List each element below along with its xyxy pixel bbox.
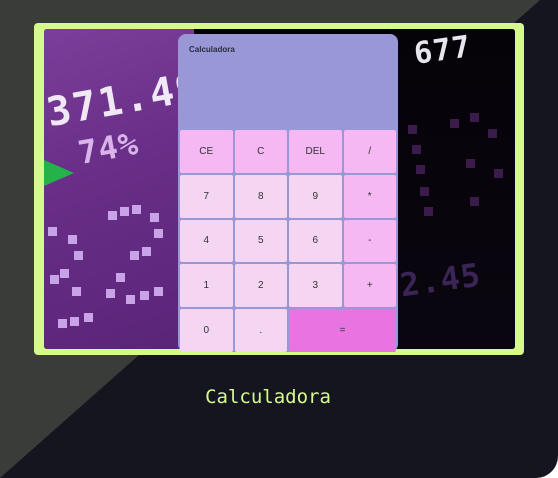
key-digit-2-button[interactable]: 2 (234, 264, 287, 308)
pixel-square (72, 287, 81, 296)
key-digit-3-button[interactable]: 3 (289, 264, 342, 308)
background-photo-right: 677 2.45 (390, 29, 515, 349)
pixel-square (108, 211, 117, 220)
key-digit-5-button[interactable]: 5 (234, 219, 287, 263)
background-percent: 74% (75, 124, 142, 172)
calculator-title: Calculadora (189, 45, 235, 54)
background-photo-left: 371.49 74% (44, 29, 205, 349)
pixel-square (420, 187, 429, 196)
key-digit-0-button[interactable]: 0 (180, 309, 233, 352)
background-number-bottom: 2.45 (397, 255, 484, 305)
key-clear-entry-button[interactable]: CE (180, 130, 233, 173)
pixel-square (494, 169, 503, 178)
key-divide-button[interactable]: / (343, 130, 396, 173)
project-caption[interactable]: Calculadora (0, 386, 536, 408)
pixel-square (154, 229, 163, 238)
key-decimal-button[interactable]: . (234, 309, 287, 352)
pixel-square (116, 273, 125, 282)
key-delete-button[interactable]: DEL (289, 130, 342, 173)
pixel-square (470, 197, 479, 206)
pixel-square (450, 119, 459, 128)
pixel-square (466, 159, 475, 168)
pixel-square (126, 295, 135, 304)
key-digit-7-button[interactable]: 7 (180, 174, 233, 218)
pixel-square (424, 207, 433, 216)
project-card[interactable]: 371.49 74% 677 2.45 Calculadora CE C DEL… (0, 0, 558, 478)
pixel-square (412, 145, 421, 154)
pixel-square (50, 275, 59, 284)
calculator-keypad: CE C DEL/ 7 8 9 * 4 5 6- 1 2 3 +0. = (180, 130, 396, 352)
key-digit-1-button[interactable]: 1 (180, 264, 233, 308)
key-digit-8-button[interactable]: 8 (234, 174, 287, 218)
key-subtract-button[interactable]: - (343, 219, 396, 263)
key-clear-button[interactable]: C (234, 130, 287, 173)
key-digit-9-button[interactable]: 9 (289, 174, 342, 218)
pixel-square (70, 317, 79, 326)
pixel-square (470, 113, 479, 122)
pixel-square (130, 251, 139, 260)
pixel-square (48, 227, 57, 236)
pixel-square (142, 247, 151, 256)
pixel-square (84, 313, 93, 322)
pixel-square (106, 289, 115, 298)
pixel-square (154, 287, 163, 296)
background-number-top: 677 (411, 29, 474, 72)
pixel-square (58, 319, 67, 328)
key-add-button[interactable]: + (343, 264, 396, 308)
pixel-square (140, 291, 149, 300)
pixel-square (132, 205, 141, 214)
key-digit-6-button[interactable]: 6 (289, 219, 342, 263)
pixel-square (488, 129, 497, 138)
pixel-square (60, 269, 69, 278)
key-multiply-button[interactable]: * (343, 174, 396, 218)
pixel-square (416, 165, 425, 174)
pixel-square (74, 251, 83, 260)
pixel-square (408, 125, 417, 134)
key-digit-4-button[interactable]: 4 (180, 219, 233, 263)
pixel-square (150, 213, 159, 222)
pixel-square (120, 207, 129, 216)
pixel-square (68, 235, 77, 244)
calculator-panel: Calculadora CE C DEL/ 7 8 9 * 4 5 6- 1 2 3 +0. = (178, 34, 398, 352)
green-arrow-icon (44, 160, 74, 186)
key-equals-button[interactable]: = (289, 309, 396, 352)
